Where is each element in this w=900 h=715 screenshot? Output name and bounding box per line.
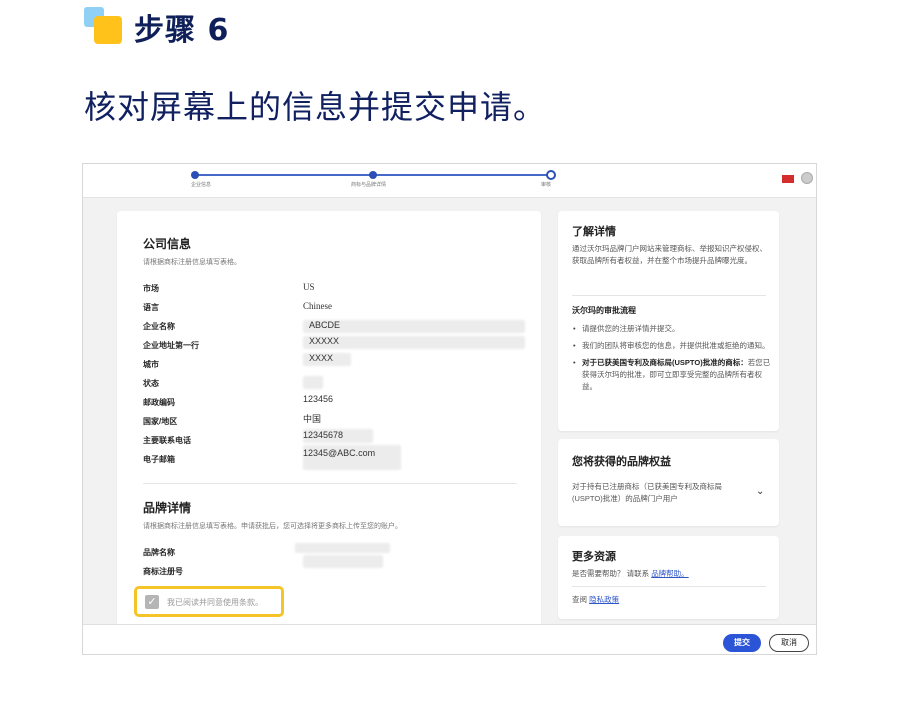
market-label: 市场 [143,284,159,293]
resources-card: 更多资源 是否需要帮助？ 请联系 品牌帮助。 查阅 隐私政策 [558,536,779,619]
company-section-title: 公司信息 [143,237,192,251]
terms-label: 我已阅读并同意使用条款。 [167,598,263,607]
country-label: 国家/地区 [143,417,178,426]
benefits-title: 您将获得的品牌权益 [572,456,671,468]
phone-value: 12345678 [303,430,344,440]
market-value: US [303,282,315,292]
resources-divider [572,586,766,587]
instruction-text: 核对屏幕上的信息并提交申请。 [84,88,547,126]
city-label: 城市 [143,360,159,369]
address-label: 企业地址第一行 [143,341,199,350]
language-value: Chinese [303,301,332,311]
step-badge-icon [84,7,124,47]
account-icon[interactable] [801,172,813,184]
help-prefix: 是否需要帮助？ 请联系 [572,569,650,578]
progress-stepper: 企业信息 商标与品牌详情 审核 [83,164,816,198]
review-form-card: 公司信息 请根据商标注册信息填写表格。 市场 US 语言 Chinese 企业名… [117,211,541,641]
flag-icon[interactable] [782,175,794,183]
postal-code-value: 123456 [303,394,334,404]
action-bar: 提交 取消 [83,624,816,654]
chevron-down-icon[interactable]: ⌄ [756,486,764,497]
phone-label: 主要联系电话 [143,436,191,445]
postal-code-label: 邮政编码 [143,398,175,407]
process-item: 请提供您的注册详情并提交。 [572,323,772,335]
process-item: 对于已获美国专利及商标局(USPTO)批准的商标：若您已获得沃尔玛的批准，即可立… [572,357,772,393]
benefits-card[interactable]: 您将获得的品牌权益 对于持有已注册商标（已获美国专利及商标局(USPTO)批准）… [558,439,779,526]
privacy-prefix: 查阅 [572,595,587,604]
benefits-text: 对于持有已注册商标（已获美国专利及商标局(USPTO)批准）的品牌门户用户 [572,482,722,503]
process-item: 我们的团队将审核您的信息，并提供批准或拒绝的通知。 [572,340,772,352]
company-name-value: ABCDE [309,320,341,330]
email-value: 12345@ABC.com [303,448,376,458]
trademark-number-label: 商标注册号 [143,567,183,576]
address-value: XXXXX [309,336,340,346]
help-line: 是否需要帮助？ 请联系 品牌帮助。 [572,568,768,580]
state-label: 状态 [143,379,159,388]
country-value: 中国 [303,414,322,424]
progress-label-1: 企业信息 [191,182,212,188]
about-title: 了解详情 [572,226,616,238]
step-header: 步骤 6 [84,6,229,48]
progress-label-3: 审核 [541,182,552,188]
process-list: 请提供您的注册详情并提交。 我们的团队将审核您的信息，并提供批准或拒绝的通知。 … [572,323,772,398]
progress-dot-2 [369,171,377,179]
resources-title: 更多资源 [572,551,616,563]
about-card: 了解详情 通过沃尔玛品牌门户网站来管理商标、举报知识产权侵权、获取品牌所有者权益… [558,211,779,431]
progress-dot-1 [191,171,199,179]
privacy-line: 查阅 隐私政策 [572,594,768,606]
brand-name-label: 品牌名称 [143,548,175,557]
progress-label-2: 商标与品牌详情 [351,182,387,188]
cancel-button[interactable]: 取消 [769,634,809,652]
brand-section-title: 品牌详情 [143,501,192,515]
about-divider [572,295,766,296]
submit-button[interactable]: 提交 [723,634,761,652]
progress-dot-3 [546,170,556,180]
process-title: 沃尔玛的审批流程 [572,306,636,315]
brand-section-subtitle: 请根据商标注册信息填写表格。申请获批后，您可选择将更多商标上传至您的账户。 [143,523,402,530]
company-section-subtitle: 请根据商标注册信息填写表格。 [143,259,241,266]
about-text: 通过沃尔玛品牌门户网站来管理商标、举报知识产权侵权、获取品牌所有者权益，并在整个… [572,244,767,265]
brand-help-link[interactable]: 品牌帮助。 [651,569,689,578]
privacy-policy-link[interactable]: 隐私政策 [589,595,619,604]
redacted-area [295,543,390,553]
step-title: 步骤 6 [134,13,230,48]
language-label: 语言 [143,303,159,312]
terms-agreement[interactable]: ✓ 我已阅读并同意使用条款。 [134,586,284,617]
email-label: 电子邮箱 [143,455,175,464]
redacted-area [303,555,383,568]
company-name-label: 企业名称 [143,322,175,331]
review-screenshot: 企业信息 商标与品牌详情 审核 公司信息 请根据商标注册信息填写表格。 市场 U… [82,163,817,655]
redacted-area [303,376,323,389]
section-divider [143,483,517,484]
city-value: XXXX [309,353,334,363]
terms-checkbox[interactable]: ✓ [145,595,159,609]
